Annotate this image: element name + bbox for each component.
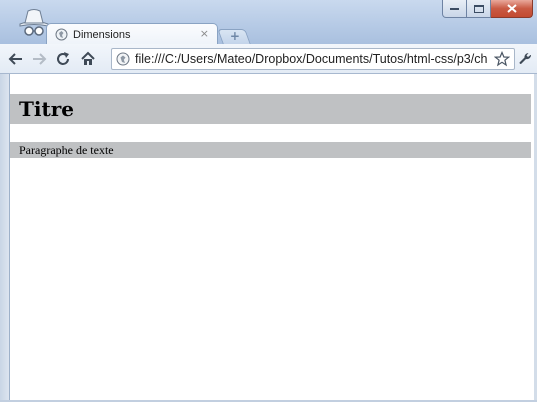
new-tab-button[interactable]: + [217, 29, 251, 44]
browser-window: Dimensions × + file:///C:/Users/Mateo/Dr… [0, 0, 537, 402]
globe-icon [55, 28, 68, 41]
window-controls [442, 0, 533, 19]
globe-icon [116, 52, 130, 66]
maximize-button[interactable] [467, 0, 491, 18]
url-text[interactable]: file:///C:/Users/Mateo/Dropbox/Documents… [135, 51, 490, 69]
tab-dimensions[interactable]: Dimensions × [46, 23, 218, 45]
forward-arrow-icon[interactable] [31, 51, 47, 67]
plus-icon: + [229, 29, 240, 43]
title-bar: Dimensions × + [0, 0, 537, 45]
back-arrow-icon[interactable] [8, 51, 24, 67]
wrench-icon[interactable] [518, 52, 533, 67]
page-paragraph: Paragraphe de texte [10, 142, 531, 158]
reload-icon[interactable] [55, 51, 71, 67]
home-icon[interactable] [80, 51, 96, 67]
page-heading: Titre [10, 94, 531, 124]
tab-title: Dimensions [73, 28, 131, 41]
close-button[interactable] [491, 0, 533, 18]
window-frame-left [0, 74, 10, 402]
tab-close-icon[interactable]: × [200, 27, 209, 40]
star-icon[interactable] [494, 51, 510, 67]
close-icon [506, 4, 517, 13]
minimize-icon [450, 7, 459, 10]
maximize-icon [473, 4, 484, 13]
address-bar[interactable]: file:///C:/Users/Mateo/Dropbox/Documents… [111, 48, 515, 70]
navigation-toolbar: file:///C:/Users/Mateo/Dropbox/Documents… [0, 44, 537, 74]
minimize-button[interactable] [442, 0, 467, 18]
